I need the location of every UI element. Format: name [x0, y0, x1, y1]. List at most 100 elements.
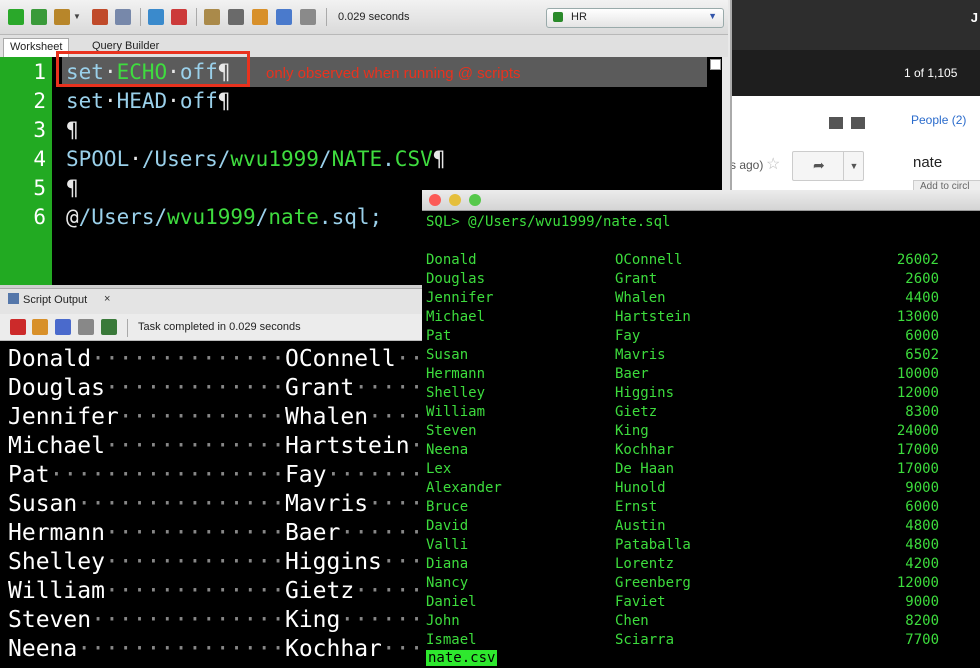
mail-pager: 1 of 1,105 — [730, 50, 980, 96]
whitespace-dots: ············· — [104, 433, 285, 459]
output-row: Neena···············Kochhar····· — [8, 636, 422, 662]
task-status: Task completed in 0.029 seconds — [138, 321, 301, 333]
tools-icon[interactable] — [300, 9, 316, 25]
save-icon[interactable] — [55, 319, 71, 335]
salary: 24000 — [896, 423, 939, 439]
last-name: Fay — [615, 328, 641, 344]
whitespace-dots: ······ — [368, 491, 422, 517]
terminal-row: David Austin 4800 — [422, 518, 980, 537]
toolbar-separator — [127, 319, 128, 337]
new-window-icon[interactable] — [851, 117, 865, 129]
first-name: Douglas — [426, 271, 486, 287]
salary: 17000 — [896, 461, 939, 477]
first-name: Lex — [426, 461, 452, 477]
run-script-icon[interactable] — [31, 9, 47, 25]
chevron-down-icon[interactable]: ▼ — [843, 152, 864, 180]
terminal-row: Pat Fay 6000 — [422, 328, 980, 347]
close-icon[interactable]: × — [104, 293, 110, 305]
first-name: Diana — [426, 556, 469, 572]
line-number: 4 — [33, 147, 46, 171]
first-name: Douglas — [8, 375, 105, 401]
first-name: Michael — [8, 433, 105, 459]
terminal-row: Alexander Hunold 9000 — [422, 480, 980, 499]
minimize-icon[interactable] — [449, 194, 461, 206]
first-name: Neena — [8, 636, 78, 662]
connection-select[interactable]: HR ▼ — [546, 8, 724, 28]
terminal-row: Neena Kochhar 17000 — [422, 442, 980, 461]
last-name: Hunold — [615, 480, 666, 496]
terminal-row: Hermann Baer 10000 — [422, 366, 980, 385]
salary: 9000 — [905, 480, 939, 496]
reply-button[interactable]: ➦ ▼ — [792, 151, 864, 181]
elapsed-time: 0.029 seconds — [338, 11, 410, 23]
first-name: Steven — [426, 423, 477, 439]
whitespace-dots: ····· — [381, 636, 422, 662]
open-file-icon[interactable] — [101, 319, 117, 335]
terminal-row: Diana Lorentz 4200 — [422, 556, 980, 575]
line-number: 1 — [33, 60, 46, 84]
first-name: John — [426, 613, 460, 629]
explain-plan-icon[interactable] — [92, 9, 108, 25]
last-name: Grant — [615, 271, 658, 287]
whitespace-dots: ············· — [104, 520, 285, 546]
code-line-6: @/Users/wvu1999/nate.sql; — [66, 205, 383, 229]
clear-output-icon[interactable] — [32, 319, 48, 335]
salary: 4800 — [905, 518, 939, 534]
last-name: Faviet — [615, 594, 666, 610]
whitespace-dots: ·············· — [91, 607, 285, 633]
line-number: 2 — [33, 89, 46, 113]
last-name: Lorentz — [615, 556, 675, 572]
terminal-row: Nancy Greenberg 12000 — [422, 575, 980, 594]
maximize-icon[interactable] — [469, 194, 481, 206]
first-name: Shelley — [426, 385, 486, 401]
print-icon[interactable] — [78, 319, 94, 335]
last-name: Pataballa — [615, 537, 691, 553]
chevron-down-icon: ▼ — [708, 11, 717, 21]
terminal-row: Valli Pataballa 4800 — [422, 537, 980, 556]
sql-tuning-icon[interactable] — [204, 9, 220, 25]
rollback-icon[interactable] — [171, 9, 187, 25]
toolbar-separator — [140, 8, 141, 26]
commit-transaction-icon[interactable] — [148, 9, 164, 25]
output-row: Donald··············OConnell···· — [8, 346, 422, 372]
commit-icon[interactable] — [54, 9, 70, 25]
last-name: Hartstein — [284, 433, 410, 459]
line-number: 3 — [33, 118, 46, 142]
autotrace-icon[interactable] — [115, 9, 131, 25]
terminal-row: Bruce Ernst 6000 — [422, 499, 980, 518]
terminal-row: Susan Mavris 6502 — [422, 347, 980, 366]
sql-prompt: SQL> @/Users/wvu1999/nate.sql — [426, 214, 671, 230]
user-initial[interactable]: J — [971, 10, 978, 25]
people-link[interactable]: People (2) — [911, 113, 966, 127]
run-statement-icon[interactable] — [8, 9, 24, 25]
last-name: King — [284, 607, 341, 633]
script-output-toolbar: Task completed in 0.029 seconds — [0, 314, 422, 341]
star-icon[interactable]: ☆ — [766, 154, 780, 174]
whitespace-dots: ··· — [410, 433, 422, 459]
whitespace-dots: ······· — [354, 375, 422, 401]
history-icon[interactable] — [276, 9, 292, 25]
salary: 12000 — [896, 385, 939, 401]
clear-icon[interactable] — [252, 9, 268, 25]
terminal-body[interactable]: SQL> @/Users/wvu1999/nate.sql nate.csv D… — [422, 210, 980, 668]
toolbar-separator — [326, 8, 327, 26]
last-name: King — [615, 423, 649, 439]
close-icon[interactable] — [429, 194, 441, 206]
code-line-2: set·HEAD·off¶ — [66, 89, 231, 113]
script-output-area[interactable]: Donald··············OConnell···· Douglas ·… — [0, 341, 422, 668]
salary: 4800 — [905, 537, 939, 553]
tab-script-output[interactable]: Script Output — [8, 293, 87, 306]
first-name: Jennifer — [8, 404, 119, 430]
database-icon — [553, 12, 563, 22]
last-name: Ernst — [615, 499, 658, 515]
chevron-down-icon[interactable]: ▼ — [73, 12, 81, 21]
pin-icon[interactable] — [10, 319, 26, 335]
first-name: Nancy — [426, 575, 469, 591]
first-name: Valli — [426, 537, 469, 553]
print-icon[interactable] — [829, 117, 843, 129]
case-toggle-icon[interactable] — [228, 9, 244, 25]
first-name: William — [426, 404, 486, 420]
salary: 13000 — [896, 309, 939, 325]
salary: 6502 — [905, 347, 939, 363]
first-name: Jennifer — [426, 290, 494, 306]
